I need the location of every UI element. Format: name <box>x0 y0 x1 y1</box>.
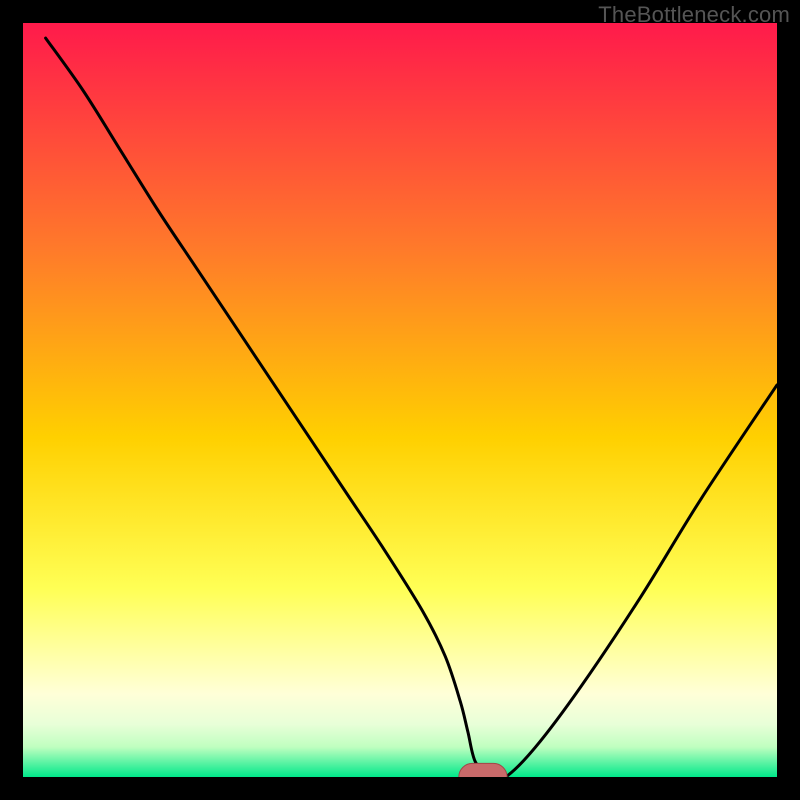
chart-plot-area <box>23 23 777 777</box>
chart-svg <box>23 23 777 777</box>
optimum-marker <box>459 763 507 777</box>
chart-frame: TheBottleneck.com <box>0 0 800 800</box>
chart-background-gradient <box>23 23 777 777</box>
